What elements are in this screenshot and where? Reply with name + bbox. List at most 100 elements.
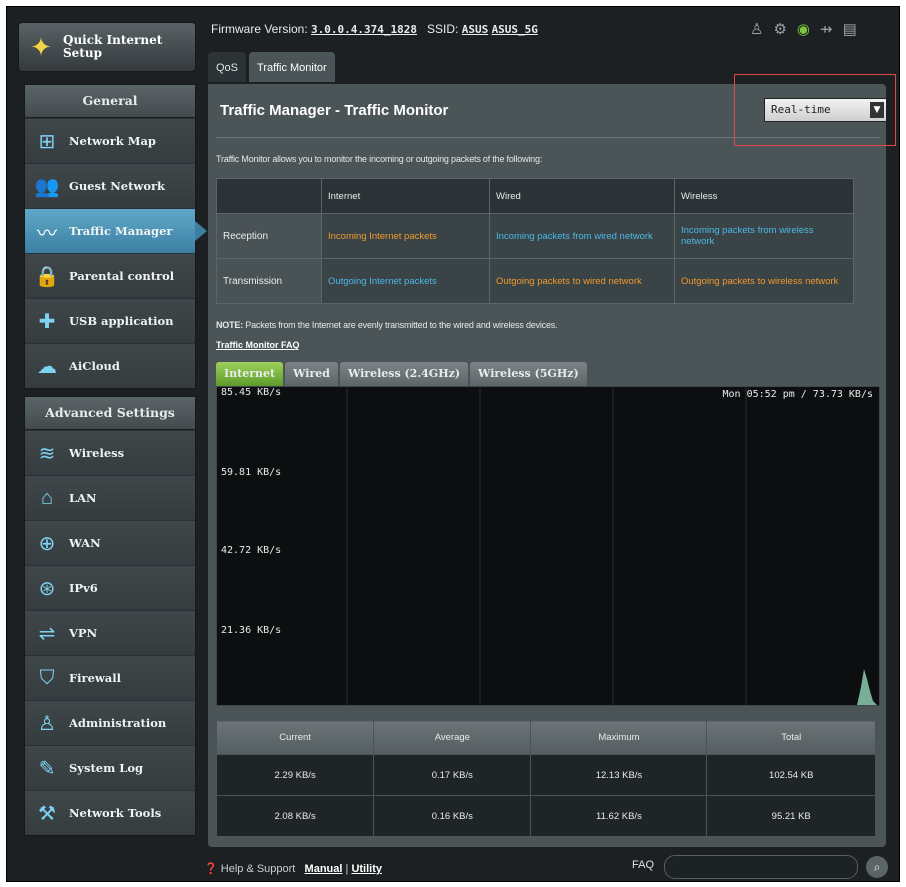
traffic-manager-icon: 〰 [37, 222, 57, 245]
tab-traffic-monitor[interactable]: Traffic Monitor [249, 52, 335, 82]
note-body: Packets from the Internet are evenly tra… [243, 320, 558, 330]
traffic-spike [857, 669, 877, 705]
graph-tab-wireless-24ghz[interactable]: Wireless (2.4GHz) [339, 362, 469, 386]
y-axis-label: 21.36 KB/s [221, 625, 282, 636]
sidebar-item-ipv6[interactable]: ⊛ IPv6 [25, 565, 195, 610]
sidebar-item-lan[interactable]: ⌂ LAN [25, 475, 195, 520]
table-row: Transmission Outgoing Internet packets O… [216, 258, 854, 304]
faq-label: FAQ [632, 859, 655, 871]
gear-status-icon[interactable]: ⚙ [773, 20, 786, 38]
sidebar-item-label: Traffic Manager [69, 224, 173, 238]
graph-timestamp: Mon 05:52 pm / 73.73 KB/s [722, 389, 873, 400]
wifi-icon: ≋ [38, 442, 56, 465]
globe-icon: ⊕ [38, 532, 56, 555]
firmware-label: Firmware Version: [211, 22, 308, 36]
sidebar-item-usb-application[interactable]: ✚ USB application [25, 298, 195, 343]
sidebar-item-label: IPv6 [69, 581, 98, 595]
firmware-version-link[interactable]: 3.0.0.4.374_1828 [311, 23, 417, 36]
graph-tab-wired[interactable]: Wired [285, 362, 338, 386]
sidebar-item-traffic-manager[interactable]: 〰 Traffic Manager [25, 208, 207, 253]
stats-header-current: Current [215, 720, 375, 755]
stats-cell: 11.62 KB/s [530, 795, 708, 837]
table-cell: Outgoing packets to wireless network [674, 258, 854, 304]
help-icon: ❓ [204, 863, 218, 875]
globe-ipv6-icon: ⊛ [38, 577, 56, 600]
sidebar-item-label: WAN [69, 536, 101, 550]
sidebar-item-wireless[interactable]: ≋ Wireless [25, 430, 195, 475]
stats-cell: 2.08 KB/s [215, 795, 375, 837]
note-label: NOTE: [216, 320, 243, 330]
user-status-icon[interactable]: ♙ [750, 20, 763, 38]
internet-status-icon[interactable]: ◉ [797, 20, 810, 38]
general-heading: General [25, 85, 195, 118]
sidebar-item-aicloud[interactable]: ☁ AiCloud [25, 343, 195, 388]
graph-tab-internet[interactable]: Internet [216, 362, 284, 386]
sidebar-item-network-tools[interactable]: ⚒ Network Tools [25, 790, 195, 835]
row-label: Transmission [216, 258, 322, 304]
tools-icon: ⚒ [38, 802, 56, 825]
table-header-cell: Internet [321, 178, 490, 214]
stats-cell: 0.16 KB/s [373, 795, 532, 837]
search-icon[interactable]: ⌕ [866, 856, 888, 878]
faq-search-input[interactable] [664, 855, 858, 879]
sidebar-item-network-map[interactable]: ⊞ Network Map [25, 118, 195, 163]
status-icons: ♙ ⚙ ◉ ⇸ ▤ [750, 20, 857, 38]
sidebar-item-label: USB application [69, 314, 174, 328]
traffic-stats-table: Current Average Maximum Total 2.29 KB/s … [215, 720, 876, 837]
table-row: 2.08 KB/s 0.16 KB/s 11.62 KB/s 95.21 KB [215, 795, 876, 837]
y-axis-label: 59.81 KB/s [221, 467, 282, 478]
table-cell: Incoming packets from wireless network [674, 213, 854, 259]
sidebar-item-vpn[interactable]: ⇌ VPN [25, 610, 195, 655]
graph-tab-wireless-5ghz[interactable]: Wireless (5GHz) [470, 362, 587, 386]
sidebar-item-label: Guest Network [69, 179, 166, 193]
stats-header-maximum: Maximum [530, 720, 708, 755]
table-row: Reception Incoming Internet packets Inco… [216, 213, 854, 259]
sidebar-item-label: Firewall [69, 671, 121, 685]
usb-status-icon[interactable]: ⇸ [820, 20, 833, 38]
sidebar-item-guest-network[interactable]: 👥 Guest Network [25, 163, 195, 208]
guest-network-icon: 👥 [34, 175, 60, 198]
quick-internet-setup-button[interactable]: ✦ Quick Internet Setup [18, 22, 196, 72]
sidebar-item-administration[interactable]: ♙ Administration [25, 700, 195, 745]
sidebar-item-wan[interactable]: ⊕ WAN [25, 520, 195, 565]
utility-link[interactable]: Utility [351, 863, 382, 875]
stats-header-average: Average [373, 720, 532, 755]
tab-qos[interactable]: QoS [208, 52, 247, 82]
y-axis-label: 85.45 KB/s [221, 387, 282, 398]
sidebar-item-system-log[interactable]: ✎ System Log [25, 745, 195, 790]
main-tabs: QoS Traffic Monitor [208, 52, 335, 82]
row-label: Reception [216, 213, 322, 259]
table-cell: Incoming packets from wired network [489, 213, 675, 259]
shield-icon: ⛉ [39, 666, 55, 689]
manual-link[interactable]: Manual [305, 863, 343, 875]
traffic-graph: 85.45 KB/s 59.81 KB/s 42.72 KB/s 21.36 K… [216, 386, 880, 706]
sidebar-item-parental-control[interactable]: 🔒 Parental control [25, 253, 195, 298]
page-title: Traffic Manager - Traffic Monitor [220, 102, 449, 119]
printer-status-icon[interactable]: ▤ [843, 20, 857, 38]
table-row: 2.29 KB/s 0.17 KB/s 12.13 KB/s 102.54 KB [215, 754, 876, 796]
ssid-link[interactable]: ASUS [462, 23, 489, 36]
sidebar-item-label: Wireless [69, 446, 125, 460]
sidebar-item-label: Parental control [69, 269, 175, 283]
sidebar-item-label: Network Map [69, 134, 156, 148]
packet-types-table: Internet Wired Wireless Reception Incomi… [216, 178, 854, 304]
stats-cell: 2.29 KB/s [215, 754, 375, 796]
quick-setup-label: Quick Internet Setup [63, 33, 163, 60]
advanced-settings-heading: Advanced Settings [25, 397, 195, 430]
footer-help: ❓ Help & Support Manual | Utility [204, 862, 382, 875]
graph-tabs: Internet Wired Wireless (2.4GHz) Wireles… [216, 362, 587, 386]
stats-cell: 95.21 KB [706, 795, 876, 837]
network-map-icon: ⊞ [38, 130, 56, 153]
sidebar-item-firewall[interactable]: ⛉ Firewall [25, 655, 195, 700]
person-icon: ♙ [38, 712, 56, 735]
traffic-monitor-faq-link[interactable]: Traffic Monitor FAQ [216, 340, 300, 350]
table-cell: Outgoing packets to wired network [489, 258, 675, 304]
house-icon: ⌂ [40, 486, 54, 509]
ssid-5g-link[interactable]: ASUS_5G [492, 23, 538, 36]
mode-select-value: Real-time [771, 103, 831, 116]
vpn-icon: ⇌ [38, 622, 56, 645]
mode-select[interactable]: Real-time ▼ [764, 98, 887, 122]
stats-header-total: Total [706, 720, 876, 755]
lock-icon: 🔒 [34, 265, 60, 288]
sidebar-item-label: AiCloud [69, 359, 120, 373]
